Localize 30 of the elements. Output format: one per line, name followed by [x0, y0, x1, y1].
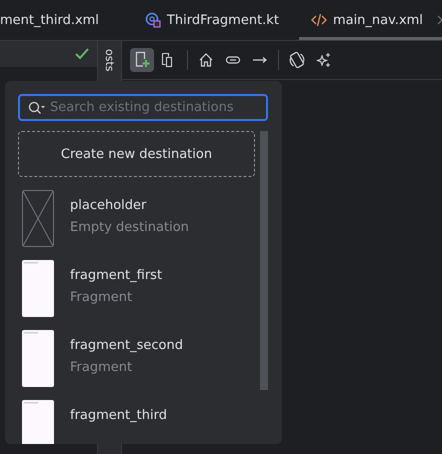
- destination-type: Fragment: [70, 360, 134, 375]
- destination-name: fragment_first: [70, 268, 162, 283]
- destination-item[interactable]: fragment_third: [18, 400, 255, 444]
- destination-name: placeholder: [70, 198, 148, 213]
- search-icon: [28, 100, 46, 114]
- destination-name: fragment_second: [70, 338, 184, 353]
- placeholder-thumbnail: [22, 190, 54, 247]
- home-icon: [198, 52, 214, 68]
- new-screen-icon: [134, 51, 150, 69]
- fragment-thumbnail: [22, 260, 54, 317]
- destination-item[interactable]: placeholder Empty destination: [18, 190, 255, 247]
- check-icon: [75, 48, 89, 60]
- editor-tab[interactable]: ThirdFragment.kt: [132, 0, 299, 40]
- new-destination-button[interactable]: [130, 48, 154, 72]
- hosts-tab[interactable]: osts: [103, 49, 116, 72]
- destination-item[interactable]: fragment_second Fragment: [18, 330, 255, 387]
- destination-item[interactable]: fragment_first Fragment: [18, 260, 255, 317]
- fragment-thumbnail: [22, 400, 54, 444]
- rotate-icon: [288, 51, 306, 69]
- editor-tab[interactable]: main_nav.xml: [298, 0, 442, 40]
- fragment-thumbnail: [22, 330, 54, 387]
- kotlin-file-icon: [144, 12, 161, 28]
- code-icon: [310, 13, 327, 27]
- destination-type: Empty destination: [70, 220, 189, 235]
- search-field[interactable]: Search existing destinations: [18, 94, 268, 121]
- editor-tab[interactable]: ment_third.xml: [0, 0, 133, 40]
- destination-type: Fragment: [70, 290, 134, 305]
- destination-name: fragment_third: [70, 408, 167, 423]
- create-destination-button[interactable]: Create new destination: [18, 131, 255, 177]
- sparkle-icon: [316, 52, 332, 68]
